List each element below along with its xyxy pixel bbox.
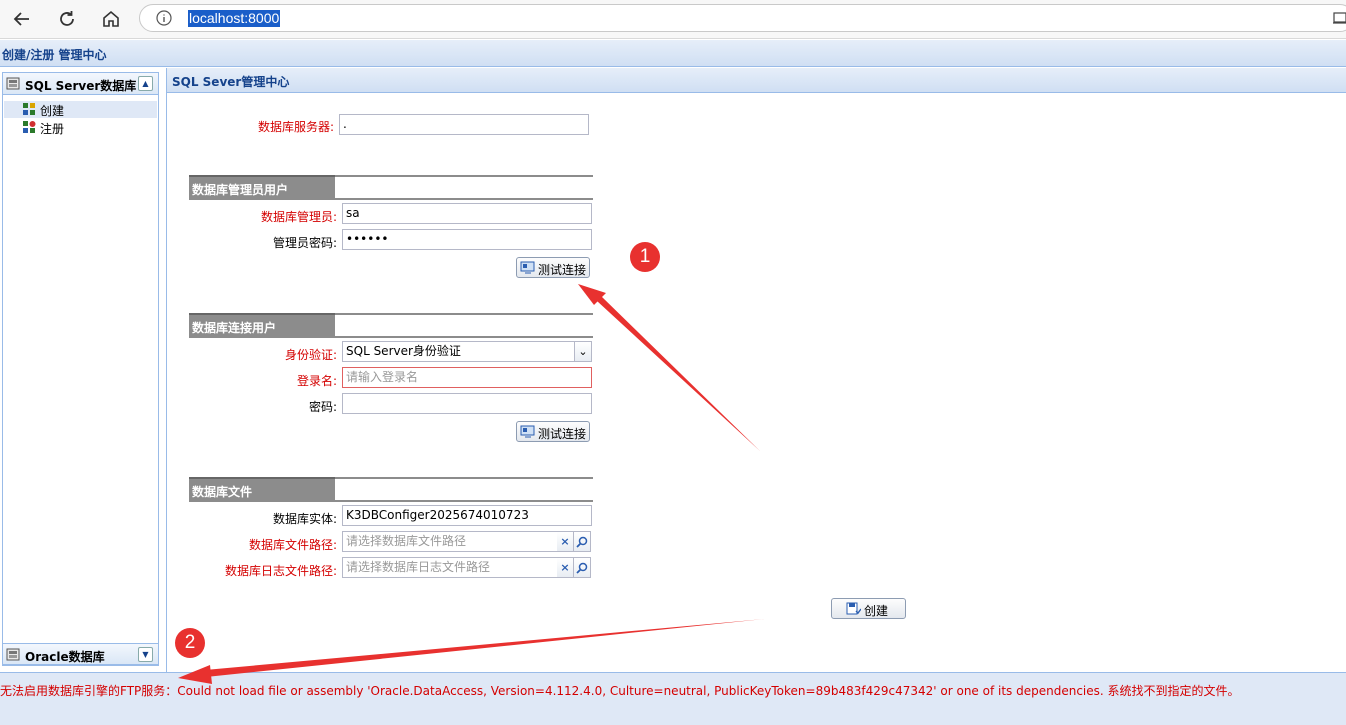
files-section-header: 数据库文件: [189, 477, 593, 502]
app-title: 创建/注册 管理中心: [2, 48, 107, 62]
tab-overview-icon[interactable]: [1333, 12, 1346, 27]
sidebar-item-label: 创建: [40, 104, 65, 118]
search-icon[interactable]: [574, 557, 591, 578]
sidebar-item-label: 注册: [40, 122, 65, 136]
sidebar-section-label: Oracle数据库: [25, 650, 105, 664]
main-panel-header: SQL Sever管理中心: [167, 68, 1346, 93]
admin-user-label: 数据库管理员:: [260, 210, 337, 224]
save-icon: [846, 602, 861, 615]
create-icon: [23, 103, 35, 115]
connection-icon: [520, 261, 535, 274]
connection-password-input[interactable]: [342, 393, 592, 414]
file-path-input[interactable]: 请选择数据库文件路径: [342, 531, 558, 552]
sidebar-section-label: SQL Server数据库: [25, 79, 137, 93]
button-label: 创建: [864, 604, 889, 618]
clear-icon[interactable]: ×: [557, 557, 574, 578]
admin-test-connection-button[interactable]: 测试连接: [516, 257, 590, 278]
url-text[interactable]: localhost:8000: [188, 10, 281, 27]
connection-section-header: 数据库连接用户: [189, 313, 593, 338]
connection-password-label: 密码:: [308, 400, 337, 414]
log-path-label: 数据库日志文件路径:: [224, 564, 337, 578]
status-error-message: 无法启用数据库引擎的FTP服务：Could not load file or a…: [0, 684, 1240, 698]
connection-test-connection-button[interactable]: 测试连接: [516, 421, 590, 442]
create-button[interactable]: 创建: [831, 598, 906, 619]
database-icon: [6, 77, 20, 90]
admin-password-input[interactable]: ••••••: [342, 229, 592, 250]
expand-icon[interactable]: ▼: [138, 647, 153, 662]
file-path-label: 数据库文件路径:: [248, 538, 337, 552]
chevron-down-icon[interactable]: ⌄: [575, 341, 592, 362]
server-label: 数据库服务器:: [257, 120, 334, 134]
clear-icon[interactable]: ×: [557, 531, 574, 552]
app-title-bar: 创建/注册 管理中心: [0, 40, 1346, 67]
browser-toolbar: localhost:8000: [0, 0, 1346, 39]
home-icon[interactable]: [97, 5, 125, 33]
info-icon[interactable]: [156, 10, 172, 29]
database-icon: [6, 648, 20, 661]
admin-user-input[interactable]: sa: [342, 203, 592, 224]
register-icon: [23, 121, 36, 133]
admin-password-label: 管理员密码:: [272, 236, 337, 250]
connection-section-title: 数据库连接用户: [192, 321, 277, 335]
login-label: 登录名:: [296, 374, 337, 388]
search-icon[interactable]: [574, 531, 591, 552]
auth-select[interactable]: SQL Server身份验证: [342, 341, 575, 362]
back-arrow-icon[interactable]: [8, 5, 36, 33]
admin-section-title: 数据库管理员用户: [192, 183, 289, 197]
status-bar: 无法启用数据库引擎的FTP服务：Could not load file or a…: [0, 672, 1346, 725]
annotation-marker-1: 1: [630, 242, 660, 272]
login-input[interactable]: 请输入登录名: [342, 367, 592, 388]
main-panel-title: SQL Sever管理中心: [172, 75, 290, 89]
auth-label: 身份验证:: [284, 348, 337, 362]
connection-icon: [520, 425, 535, 438]
sidebar-section-sqlserver[interactable]: SQL Server数据库 ▲: [3, 73, 158, 95]
instance-input[interactable]: K3DBConfiger2025674010723: [342, 505, 592, 526]
button-label: 测试连接: [538, 263, 587, 277]
server-input[interactable]: .: [339, 114, 589, 135]
admin-section-header: 数据库管理员用户: [189, 175, 593, 200]
log-path-input[interactable]: 请选择数据库日志文件路径: [342, 557, 558, 578]
collapse-icon[interactable]: ▲: [138, 76, 153, 91]
sidebar: SQL Server数据库 ▲ 创建 注册 Oracle数据库 ▼: [2, 72, 159, 666]
button-label: 测试连接: [538, 427, 587, 441]
reload-icon[interactable]: [53, 5, 81, 33]
sidebar-item-create[interactable]: 创建: [4, 101, 157, 118]
sidebar-item-register[interactable]: 注册: [4, 119, 157, 136]
address-bar[interactable]: [139, 4, 1346, 32]
files-section-title: 数据库文件: [192, 485, 253, 499]
annotation-marker-2: 2: [175, 628, 205, 658]
sidebar-section-oracle[interactable]: Oracle数据库 ▼: [3, 643, 158, 665]
instance-label: 数据库实体:: [272, 512, 337, 526]
